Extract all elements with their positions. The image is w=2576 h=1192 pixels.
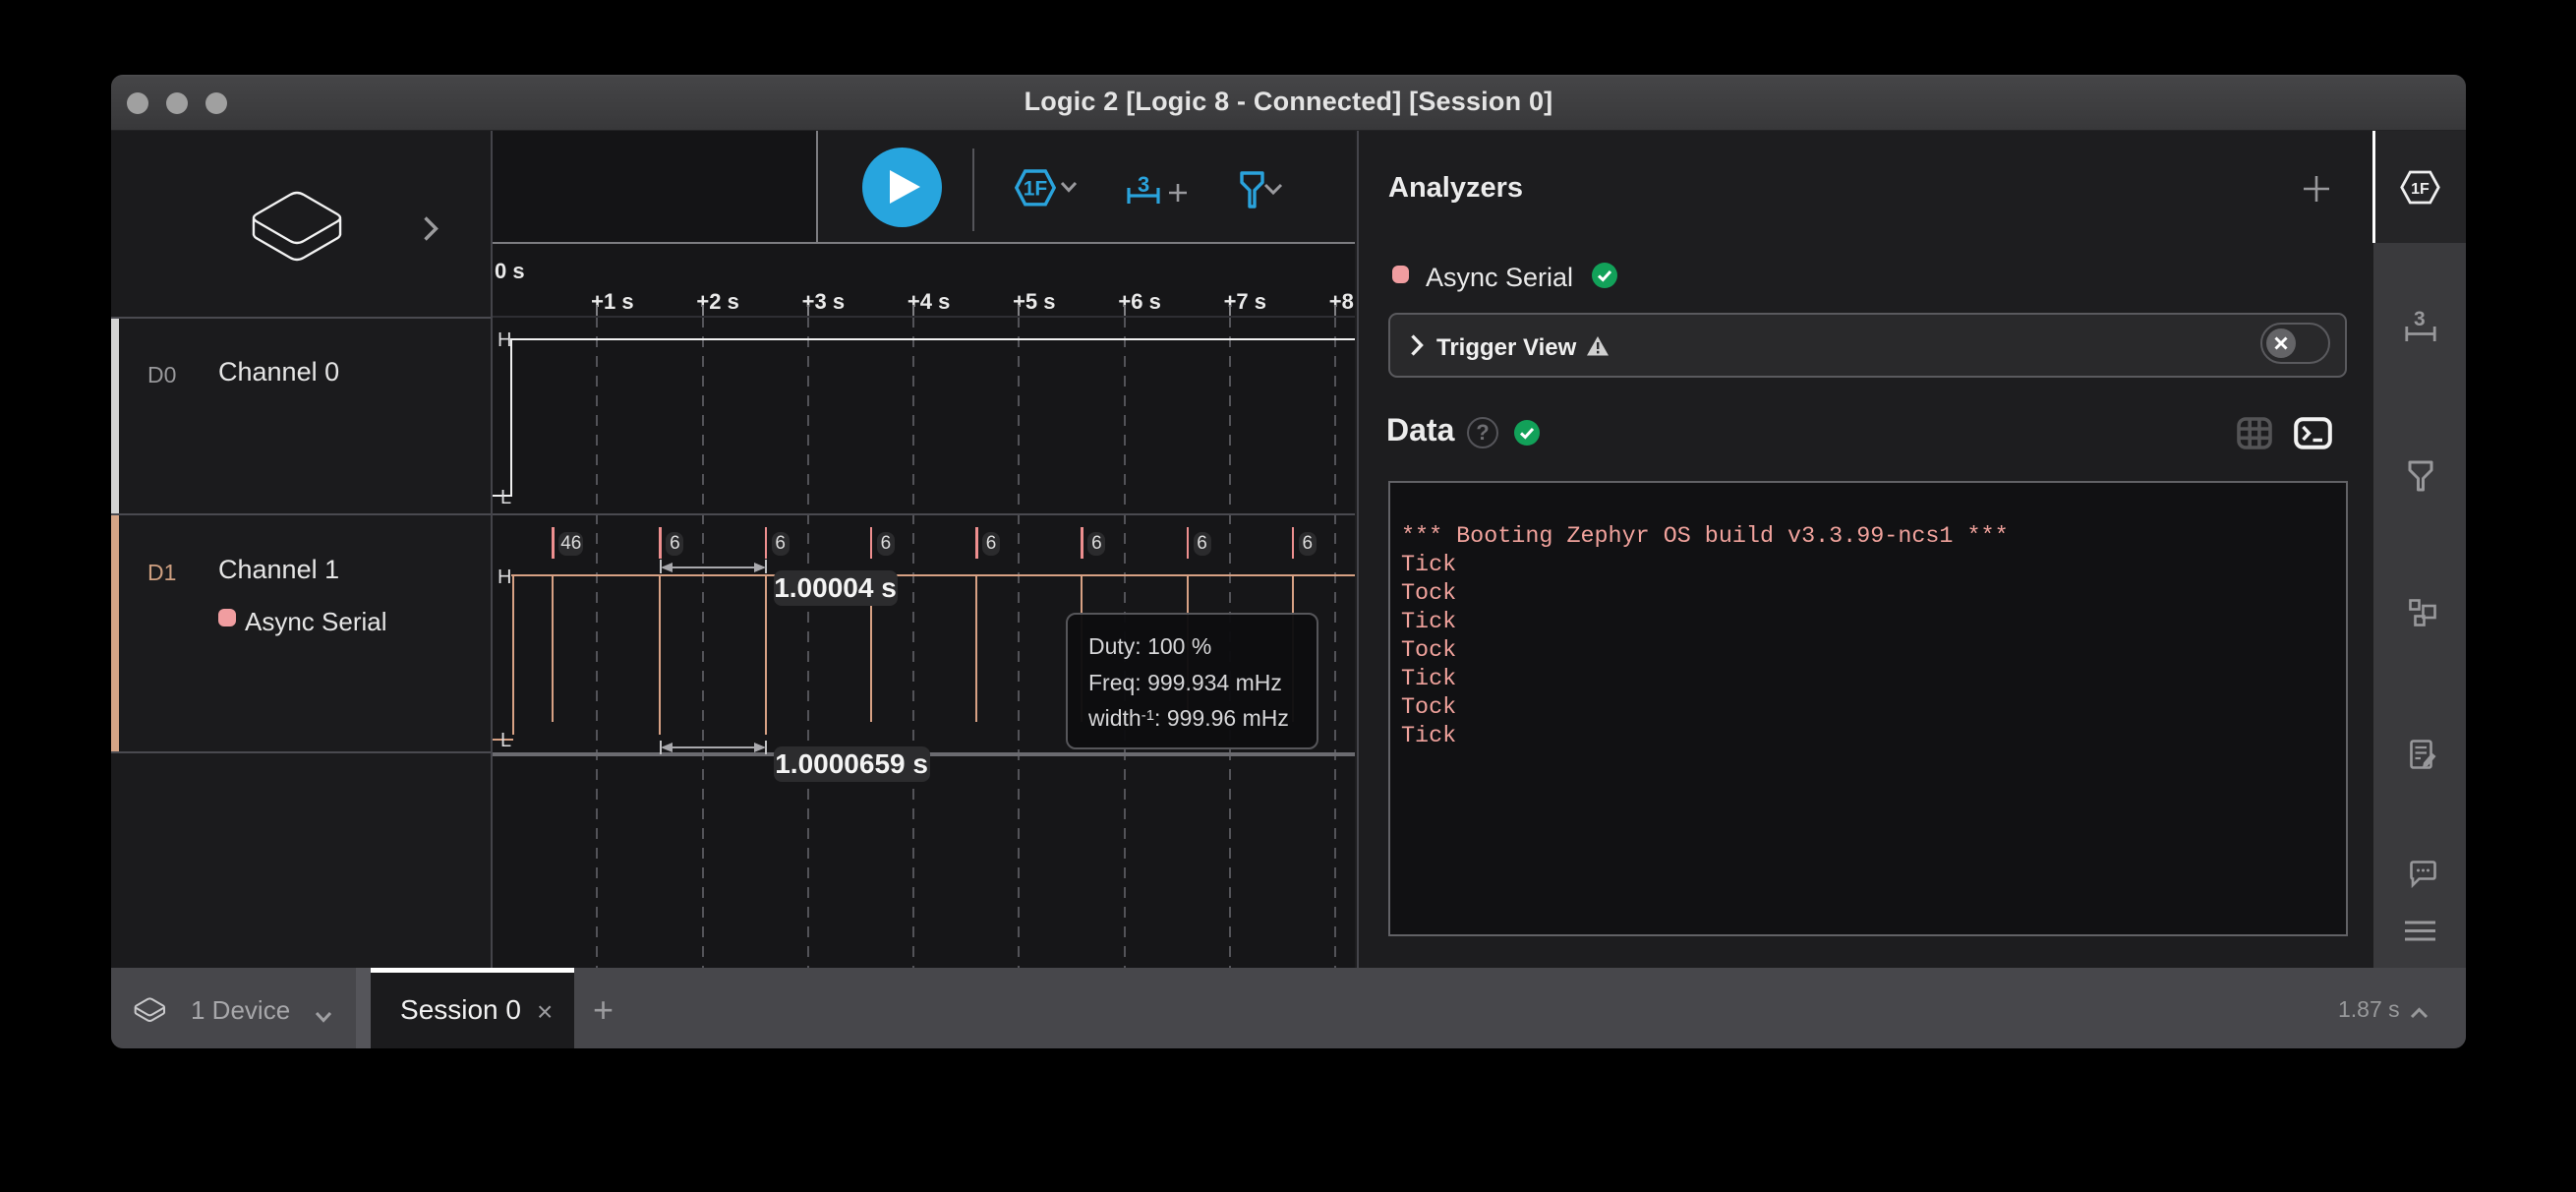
svg-text:1F: 1F <box>2411 181 2430 198</box>
svg-text:1F: 1F <box>1024 178 1048 201</box>
